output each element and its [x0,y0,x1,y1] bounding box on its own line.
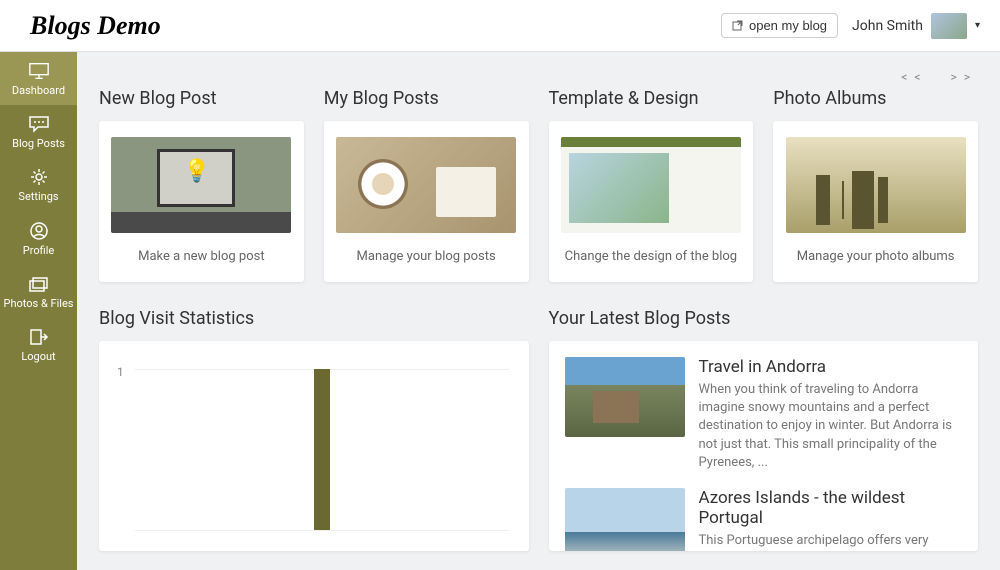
card-body[interactable]: Make a new blog post [99,121,304,282]
sidebar-item-photos-files[interactable]: Photos & Files [0,265,77,318]
card-caption: Change the design of the blog [565,249,738,264]
card-template-design: Template & Design Change the design of t… [549,88,754,282]
card-caption: Make a new blog post [138,249,264,264]
sidebar-item-logout[interactable]: Logout [0,318,77,371]
sidebar-item-blog-posts[interactable]: Blog Posts [0,105,77,158]
open-blog-label: open my blog [749,18,827,33]
card-image [111,137,291,233]
card-caption: Manage your blog posts [357,249,496,264]
latest-posts-section: Your Latest Blog Posts Travel in Andorra… [549,308,979,551]
carousel-next[interactable]: > > [950,70,972,84]
topbar-right: open my blog John Smith ▾ [721,13,980,39]
post-thumbnail [565,488,685,551]
card-title: New Blog Post [99,88,304,109]
external-link-icon [732,20,744,32]
card-title: Photo Albums [773,88,978,109]
chat-icon [28,115,50,133]
latest-posts-list: Travel in Andorra When you think of trav… [549,341,979,551]
post-excerpt: This Portuguese archipelago offers very … [699,532,963,551]
post-text: Azores Islands - the wildest Portugal Th… [699,488,963,551]
card-my-blog-posts: My Blog Posts Manage your blog posts [324,88,529,282]
card-body[interactable]: Manage your blog posts [324,121,529,282]
card-new-blog-post: New Blog Post Make a new blog post [99,88,304,282]
caret-down-icon: ▾ [975,20,980,31]
main-content: < < > > New Blog Post Make a new blog po… [77,52,1000,570]
post-item[interactable]: Travel in Andorra When you think of trav… [565,357,963,472]
avatar [931,13,967,39]
post-text: Travel in Andorra When you think of trav… [699,357,963,472]
card-image [561,137,741,233]
user-name: John Smith [852,18,923,34]
sidebar-label: Profile [23,244,54,257]
sidebar-item-profile[interactable]: Profile [0,212,77,265]
stats-section: Blog Visit Statistics 1 [99,308,529,551]
card-image [786,137,966,233]
card-body[interactable]: Manage your photo albums [773,121,978,282]
post-title: Azores Islands - the wildest Portugal [699,488,963,528]
logo: Blogs Demo [30,11,161,41]
sidebar-label: Blog Posts [12,137,65,150]
post-title: Travel in Andorra [699,357,963,377]
post-excerpt: When you think of traveling to Andorra i… [699,381,963,472]
post-thumbnail [565,357,685,437]
user-icon [28,222,50,240]
stats-title: Blog Visit Statistics [99,308,529,329]
chart-y-tick: 1 [117,365,124,379]
card-body[interactable]: Change the design of the blog [549,121,754,282]
sidebar-label: Dashboard [12,84,65,97]
logout-icon [28,328,50,346]
top-bar: Blogs Demo open my blog John Smith ▾ [0,0,1000,52]
chart-area [135,369,509,531]
stats-chart: 1 [99,341,529,551]
gear-icon [28,168,50,186]
chart-bar [314,369,330,530]
card-image [336,137,516,233]
carousel-prev[interactable]: < < [901,70,922,84]
lower-row: Blog Visit Statistics 1 Your Latest Blog… [99,308,978,551]
post-item[interactable]: Azores Islands - the wildest Portugal Th… [565,488,963,551]
card-title: Template & Design [549,88,754,109]
action-cards-row: New Blog Post Make a new blog post My Bl… [99,88,978,282]
card-title: My Blog Posts [324,88,529,109]
card-caption: Manage your photo albums [797,249,955,264]
sidebar-label: Settings [18,190,58,203]
monitor-icon [28,62,50,80]
stack-icon [28,275,50,293]
sidebar-label: Logout [21,350,55,363]
latest-posts-title: Your Latest Blog Posts [549,308,979,329]
sidebar-label: Photos & Files [4,297,74,310]
sidebar-item-dashboard[interactable]: Dashboard [0,52,77,105]
sidebar: Dashboard Blog Posts Settings Profile Ph… [0,52,77,570]
user-menu[interactable]: John Smith ▾ [852,13,980,39]
sidebar-item-settings[interactable]: Settings [0,158,77,211]
open-my-blog-button[interactable]: open my blog [721,13,838,38]
card-photo-albums: Photo Albums Manage your photo albums [773,88,978,282]
carousel-nav: < < > > [99,70,978,84]
